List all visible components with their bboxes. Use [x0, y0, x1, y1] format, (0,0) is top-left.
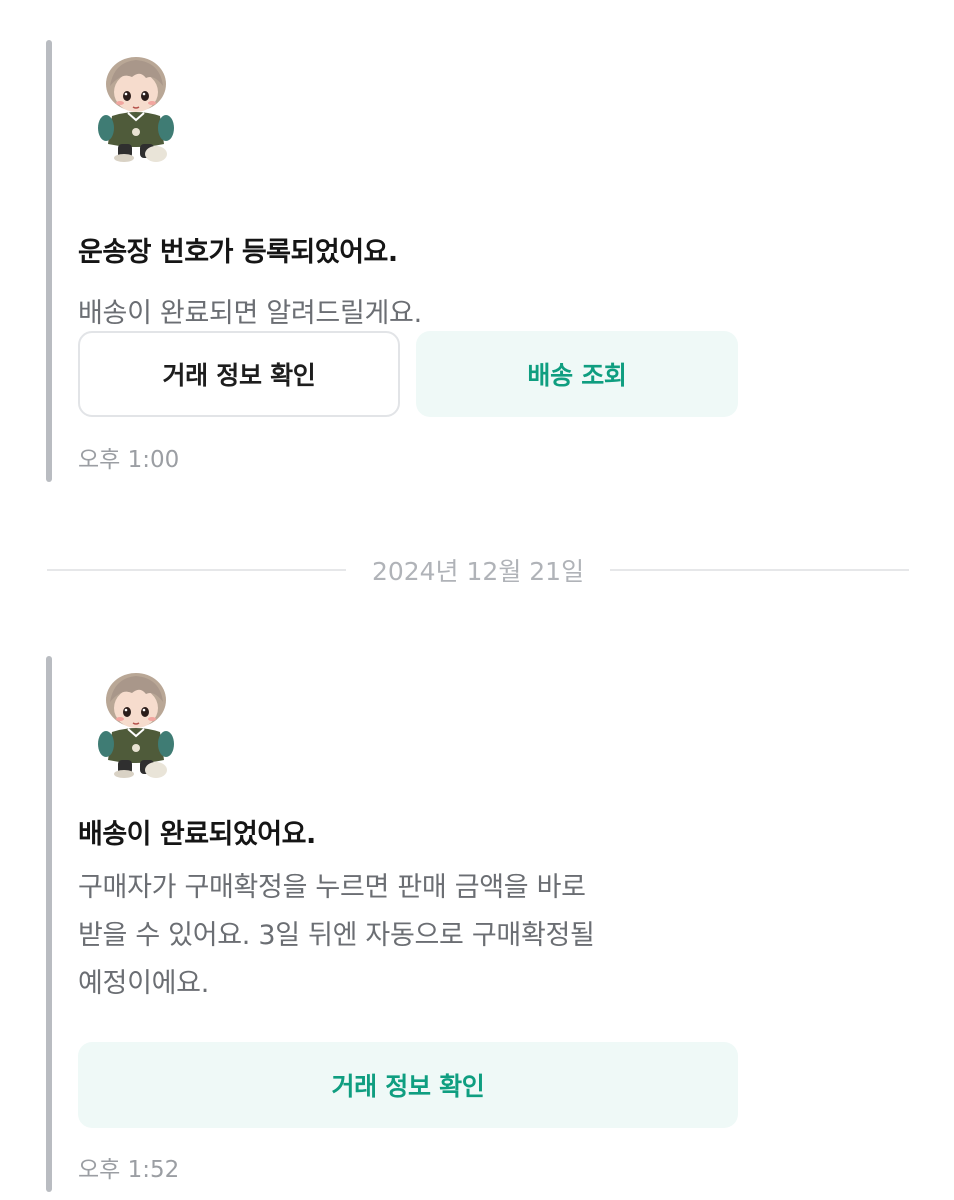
trade-info-button[interactable]: 거래 정보 확인 — [78, 1042, 738, 1128]
plush-doll-avatar-icon — [98, 57, 174, 162]
message-title: 배송이 완료되었어요. — [78, 819, 316, 850]
message-card-delivered: 배송이 완료되었어요. 구매자가 구매확정을 누르면 판매 금액을 바로 받을 … — [46, 656, 766, 1192]
description-line: 구매자가 구매확정을 누르면 판매 금액을 바로 — [78, 872, 586, 903]
divider-line — [610, 569, 910, 571]
message-title: 운송장 번호가 등록되었어요. — [78, 237, 398, 268]
trade-info-button[interactable]: 거래 정보 확인 — [78, 331, 400, 417]
track-delivery-button[interactable]: 배송 조회 — [416, 331, 738, 417]
description-line: 예정이에요. — [78, 968, 209, 999]
message-left-bar — [46, 40, 52, 482]
description-line: 받을 수 있어요. 3일 뒤엔 자동으로 구매확정될 — [78, 920, 595, 951]
plush-doll-avatar-icon — [98, 673, 174, 778]
date-divider: 2024년 12월 21일 — [47, 548, 910, 592]
divider-line — [47, 569, 346, 571]
message-card-tracking: 운송장 번호가 등록되었어요. 배송이 완료되면 알려드릴게요. 거래 정보 확… — [46, 40, 766, 482]
date-label: 2024년 12월 21일 — [371, 557, 585, 586]
message-description: 구매자가 구매확정을 누르면 판매 금액을 바로 받을 수 있어요. 3일 뒤엔… — [78, 864, 728, 1008]
message-left-bar — [46, 656, 52, 1192]
message-timestamp: 오후 1:52 — [78, 1157, 180, 1183]
message-timestamp: 오후 1:00 — [78, 447, 180, 473]
